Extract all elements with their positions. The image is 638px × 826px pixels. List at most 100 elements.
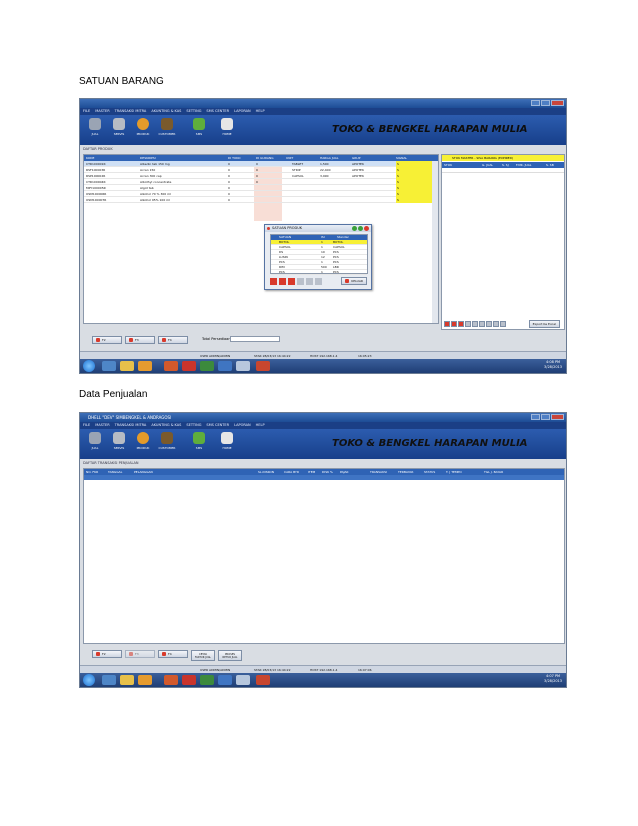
menu-sms[interactable]: SMS CENTER bbox=[206, 108, 229, 115]
menu-file[interactable]: FILE bbox=[83, 422, 90, 429]
f3-button[interactable]: F3 bbox=[125, 336, 155, 344]
export-excel-button[interactable]: Export Ke Excel bbox=[528, 320, 560, 328]
ie-icon[interactable] bbox=[102, 361, 116, 371]
menu-bar: FILE MASTER TRANSAKSI MITRA AKUNTING & K… bbox=[80, 108, 566, 115]
tool-servis[interactable]: SERVIS bbox=[108, 432, 130, 456]
menu-bar: FILE MASTER TRANSAKSI MITRA AKUNTING & K… bbox=[80, 422, 566, 429]
cancel-icon[interactable] bbox=[306, 278, 313, 285]
table-row[interactable]: OSM100007R Alkohol 95% 100 ml 0 S bbox=[84, 197, 434, 203]
caption-satuan-barang: SATUAN BARANG bbox=[79, 76, 164, 87]
edit-icon[interactable] bbox=[279, 278, 286, 285]
save-icon[interactable] bbox=[297, 278, 304, 285]
tool-sms[interactable]: SMS bbox=[188, 432, 210, 456]
tool-home[interactable]: HOME bbox=[216, 118, 238, 142]
app-icon[interactable] bbox=[256, 361, 270, 371]
f3-icon bbox=[129, 652, 133, 656]
side-tool-icon[interactable] bbox=[444, 321, 450, 327]
menu-help[interactable]: HELP bbox=[256, 108, 265, 115]
cetak-faktur-button[interactable]: CETAK FAKTUR JUAL bbox=[191, 650, 215, 661]
start-icon[interactable] bbox=[83, 360, 95, 372]
menu-setting[interactable]: SETTING bbox=[186, 422, 201, 429]
refresh-icon[interactable] bbox=[315, 278, 322, 285]
app-icon[interactable] bbox=[182, 675, 196, 685]
f4-button[interactable]: F4 bbox=[158, 650, 188, 658]
side-tool-icon[interactable] bbox=[465, 321, 471, 327]
tool-sms[interactable]: SMS bbox=[188, 118, 210, 142]
side-tool-icon[interactable] bbox=[493, 321, 499, 327]
app-icon[interactable] bbox=[200, 361, 214, 371]
delete-icon[interactable] bbox=[288, 278, 295, 285]
function-buttons: F2 F3 F4 bbox=[92, 336, 188, 344]
app-icon[interactable] bbox=[218, 675, 232, 685]
folder-icon[interactable] bbox=[120, 675, 134, 685]
side-tool-icon[interactable] bbox=[479, 321, 485, 327]
side-tool-icon[interactable] bbox=[472, 321, 478, 327]
tool-label: PRODUK bbox=[136, 132, 150, 136]
tool-produk[interactable]: PRODUK bbox=[132, 118, 154, 142]
total-persediaan-field[interactable] bbox=[230, 336, 280, 342]
menu-akunting[interactable]: AKUNTING & KAS bbox=[151, 422, 181, 429]
proses-retur-button[interactable]: PROSES RETUR JUAL bbox=[218, 650, 242, 661]
app-icon[interactable] bbox=[236, 361, 250, 371]
taskbar-clock: 4:08 PM 3/28/2013 bbox=[544, 360, 562, 370]
f3-button[interactable]: F3 bbox=[125, 650, 155, 658]
f4-label: F4 bbox=[168, 337, 172, 342]
firefox-icon[interactable] bbox=[164, 361, 178, 371]
tool-customer[interactable]: CUSTOMER bbox=[156, 432, 178, 456]
folder-icon[interactable] bbox=[120, 361, 134, 371]
menu-master[interactable]: MASTER bbox=[95, 422, 109, 429]
side-tool-icon[interactable] bbox=[451, 321, 457, 327]
minimize-button[interactable] bbox=[531, 100, 540, 106]
menu-master[interactable]: MASTER bbox=[95, 108, 109, 115]
close-button[interactable] bbox=[551, 414, 564, 420]
menu-transaksi[interactable]: TRANSAKSI MITRA bbox=[115, 422, 147, 429]
f2-button[interactable]: F2 bbox=[92, 336, 122, 344]
maximize-button[interactable] bbox=[541, 100, 550, 106]
menu-akunting[interactable]: AKUNTING & KAS bbox=[151, 108, 181, 115]
minimize-button[interactable] bbox=[531, 414, 540, 420]
menu-transaksi[interactable]: TRANSAKSI MITRA bbox=[115, 108, 147, 115]
app-icon[interactable] bbox=[182, 361, 196, 371]
tool-customer[interactable]: CUSTOMER bbox=[156, 118, 178, 142]
box-icon bbox=[137, 432, 149, 444]
function-buttons: F2 F3 F4 CETAK FAKTUR JUAL PROSES RETUR … bbox=[92, 650, 242, 661]
tool-label: JUAL bbox=[91, 446, 99, 450]
f4-button[interactable]: F4 bbox=[158, 336, 188, 344]
tool-home[interactable]: HOME bbox=[216, 432, 238, 456]
side-tool-icon[interactable] bbox=[486, 321, 492, 327]
tool-produk[interactable]: PRODUK bbox=[132, 432, 154, 456]
app-icon[interactable] bbox=[200, 675, 214, 685]
media-icon[interactable] bbox=[138, 361, 152, 371]
menu-help[interactable]: HELP bbox=[256, 422, 265, 429]
ie-icon[interactable] bbox=[102, 675, 116, 685]
side-row[interactable] bbox=[442, 168, 564, 173]
menu-file[interactable]: FILE bbox=[83, 108, 90, 115]
menu-sms[interactable]: SMS CENTER bbox=[206, 422, 229, 429]
tool-jual[interactable]: JUAL bbox=[84, 432, 106, 456]
dialog-close-icon[interactable] bbox=[364, 226, 369, 231]
side-tool-icon[interactable] bbox=[458, 321, 464, 327]
selected-row[interactable] bbox=[84, 475, 564, 480]
app-icon[interactable] bbox=[236, 675, 250, 685]
table-scrollbar[interactable] bbox=[432, 161, 438, 323]
side-tool-icon[interactable] bbox=[500, 321, 506, 327]
tool-servis[interactable]: SERVIS bbox=[108, 118, 130, 142]
menu-setting[interactable]: SETTING bbox=[186, 108, 201, 115]
dot-icon[interactable] bbox=[358, 226, 363, 231]
start-icon[interactable] bbox=[83, 674, 95, 686]
close-button[interactable] bbox=[551, 100, 564, 106]
firefox-icon[interactable] bbox=[164, 675, 178, 685]
tool-label: CUSTOMER bbox=[158, 132, 176, 136]
unit-row[interactable]: PCS 1 PCS bbox=[271, 270, 367, 275]
keluar-button[interactable]: KELUAR bbox=[341, 277, 367, 285]
menu-laporan[interactable]: LAPORAN bbox=[234, 108, 251, 115]
app-icon[interactable] bbox=[256, 675, 270, 685]
maximize-button[interactable] bbox=[541, 414, 550, 420]
dot-icon[interactable] bbox=[352, 226, 357, 231]
media-icon[interactable] bbox=[138, 675, 152, 685]
menu-laporan[interactable]: LAPORAN bbox=[234, 422, 251, 429]
f2-button[interactable]: F2 bbox=[92, 650, 122, 658]
app-icon[interactable] bbox=[218, 361, 232, 371]
tool-jual[interactable]: JUAL bbox=[84, 118, 106, 142]
add-icon[interactable] bbox=[270, 278, 277, 285]
